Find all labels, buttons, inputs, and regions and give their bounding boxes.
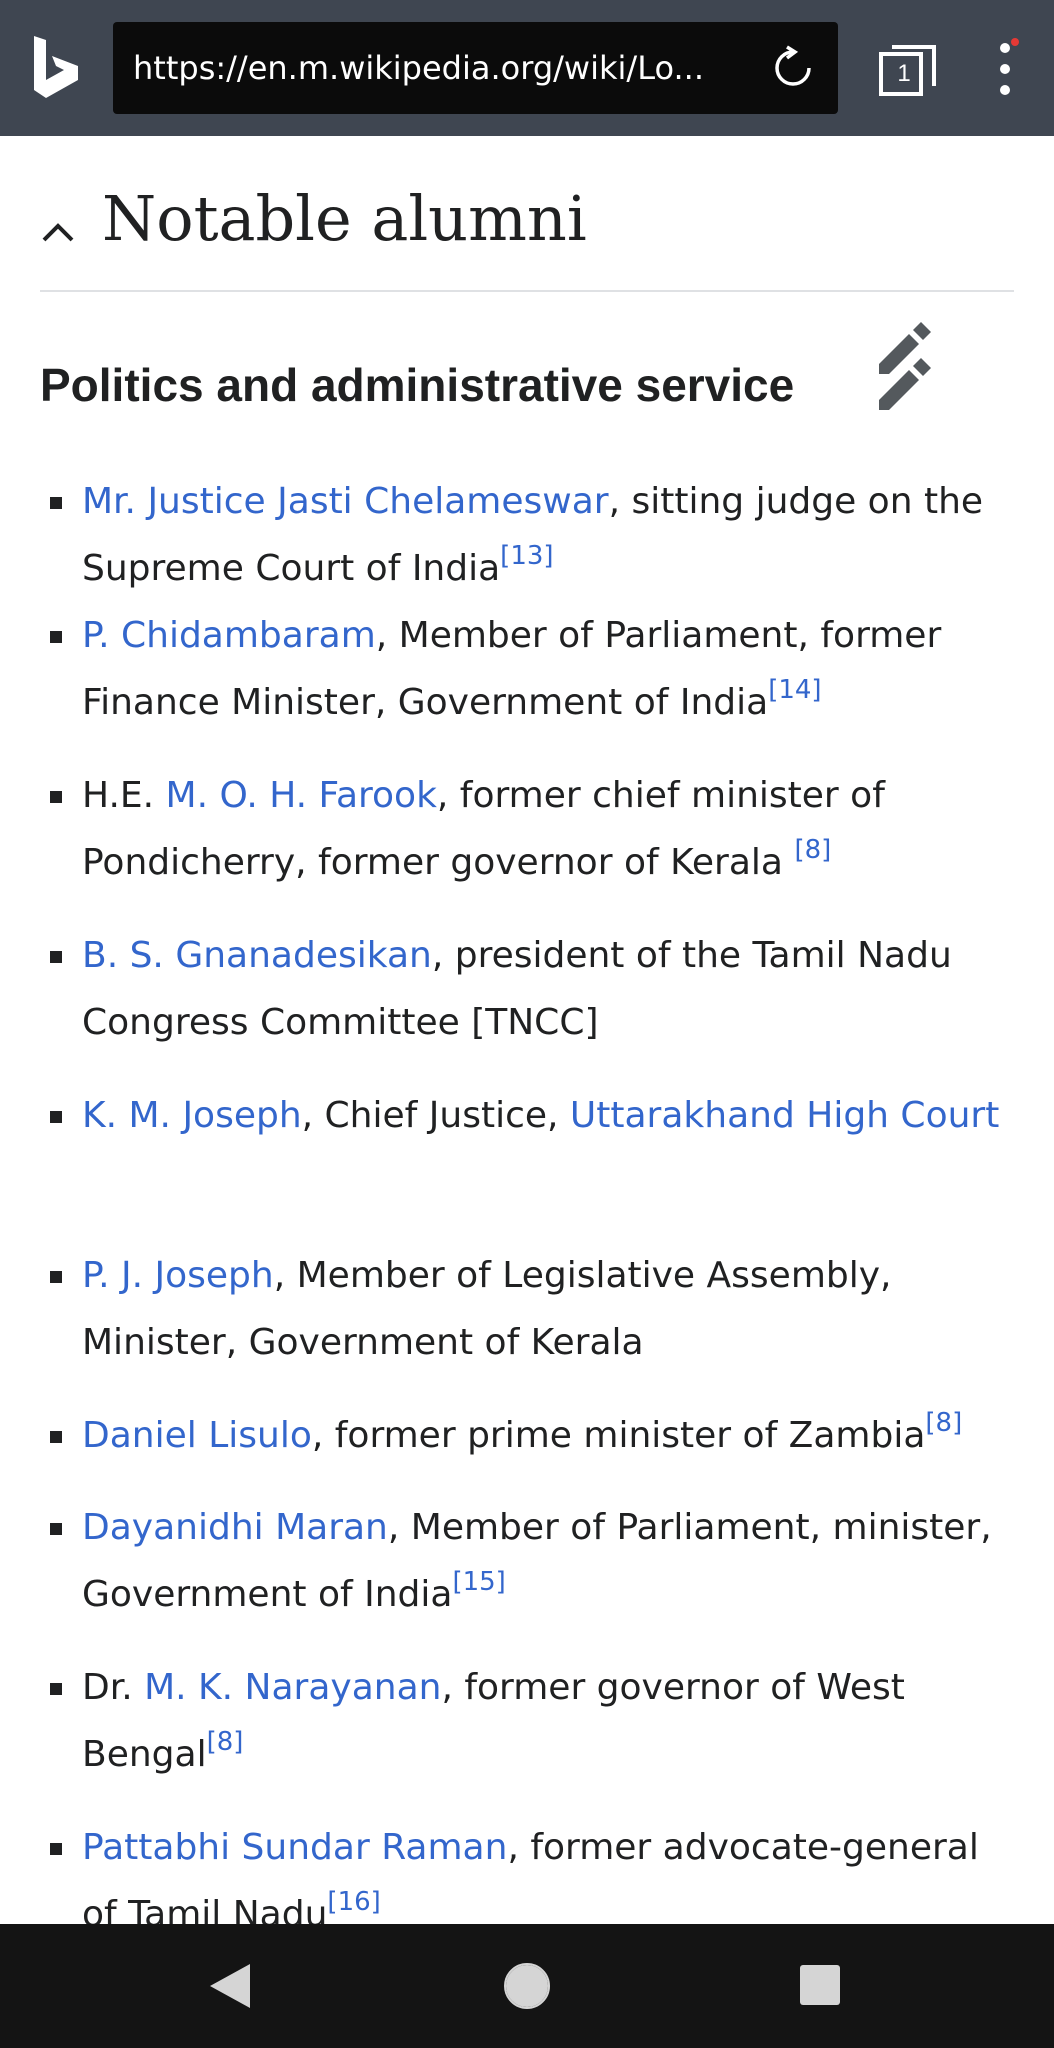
article-link[interactable]: M. O. H. Farook xyxy=(166,775,437,816)
article-link[interactable]: M. K. Narayanan xyxy=(144,1667,441,1708)
more-menu-icon[interactable] xyxy=(990,38,1020,100)
bing-logo-icon[interactable] xyxy=(30,34,86,100)
system-navigation-bar xyxy=(0,1924,1054,2048)
citation-link[interactable]: [14] xyxy=(768,675,821,705)
item-text: , Chief Justice, xyxy=(301,1095,570,1136)
home-circle-icon[interactable] xyxy=(503,1962,551,2010)
edit-subsection-pencil-icon[interactable] xyxy=(875,356,933,414)
chevron-up-icon[interactable] xyxy=(40,214,76,250)
list-item: P. J. Joseph, Member of Legislative Asse… xyxy=(50,1242,1022,1376)
section-title: Notable alumni xyxy=(102,182,587,255)
list-item: Dayanidhi Maran, Member of Parliament, m… xyxy=(50,1494,1022,1628)
section-header[interactable]: Notable alumni xyxy=(40,176,1014,292)
recents-square-icon[interactable] xyxy=(800,1965,840,2005)
citation-link[interactable]: [8] xyxy=(207,1727,244,1757)
article-link[interactable]: K. M. Joseph xyxy=(82,1095,302,1136)
article-link[interactable]: Mr. Justice Jasti Chelameswar xyxy=(82,481,609,522)
item-text: Dr. xyxy=(82,1667,145,1708)
address-bar[interactable]: https://en.m.wikipedia.org/wiki/Lo... xyxy=(113,22,838,114)
citation-link[interactable]: [15] xyxy=(452,1567,505,1597)
tabs-button[interactable]: 1 xyxy=(878,44,938,96)
citation-link[interactable]: [13] xyxy=(500,541,553,571)
citation-link[interactable]: [8] xyxy=(925,1408,962,1438)
list-item: Daniel Lisulo, former prime minister of … xyxy=(50,1402,1022,1469)
notification-dot-icon xyxy=(1011,38,1019,46)
list-item: P. Chidambaram, Member of Parliament, fo… xyxy=(50,602,1022,736)
citation-link[interactable]: [8] xyxy=(794,835,831,865)
list-item: B. S. Gnanadesikan, president of the Tam… xyxy=(50,922,1022,1056)
back-triangle-icon[interactable] xyxy=(208,1962,252,2010)
list-item: H.E. M. O. H. Farook, former chief minis… xyxy=(50,762,1022,896)
article-link[interactable]: Uttarakhand High Court xyxy=(570,1095,999,1136)
article-link[interactable]: P. Chidambaram xyxy=(82,615,376,656)
item-text: H.E. xyxy=(82,775,166,816)
article-content: Notable alumni Politics and administrati… xyxy=(0,136,1054,1924)
article-link[interactable]: Pattabhi Sundar Raman xyxy=(82,1827,507,1868)
list-item: Mr. Justice Jasti Chelameswar, sitting j… xyxy=(50,468,1022,602)
article-link[interactable]: B. S. Gnanadesikan xyxy=(82,935,432,976)
list-item: K. M. Joseph, Chief Justice, Uttarakhand… xyxy=(50,1082,1022,1149)
browser-toolbar: https://en.m.wikipedia.org/wiki/Lo... 1 xyxy=(0,0,1054,136)
refresh-icon[interactable] xyxy=(769,44,817,92)
list-item: Pattabhi Sundar Raman, former advocate-g… xyxy=(50,1814,1022,1924)
citation-link[interactable]: [16] xyxy=(327,1887,380,1917)
item-text: , former prime minister of Zambia xyxy=(311,1415,926,1456)
article-link[interactable]: P. J. Joseph xyxy=(82,1255,274,1296)
article-link[interactable]: Dayanidhi Maran xyxy=(82,1507,388,1548)
tab-count: 1 xyxy=(897,60,911,87)
subsection-title: Politics and administrative service xyxy=(40,359,795,411)
url-text[interactable]: https://en.m.wikipedia.org/wiki/Lo... xyxy=(133,22,733,114)
article-link[interactable]: Daniel Lisulo xyxy=(82,1415,312,1456)
list-item: Dr. M. K. Narayanan, former governor of … xyxy=(50,1654,1022,1788)
